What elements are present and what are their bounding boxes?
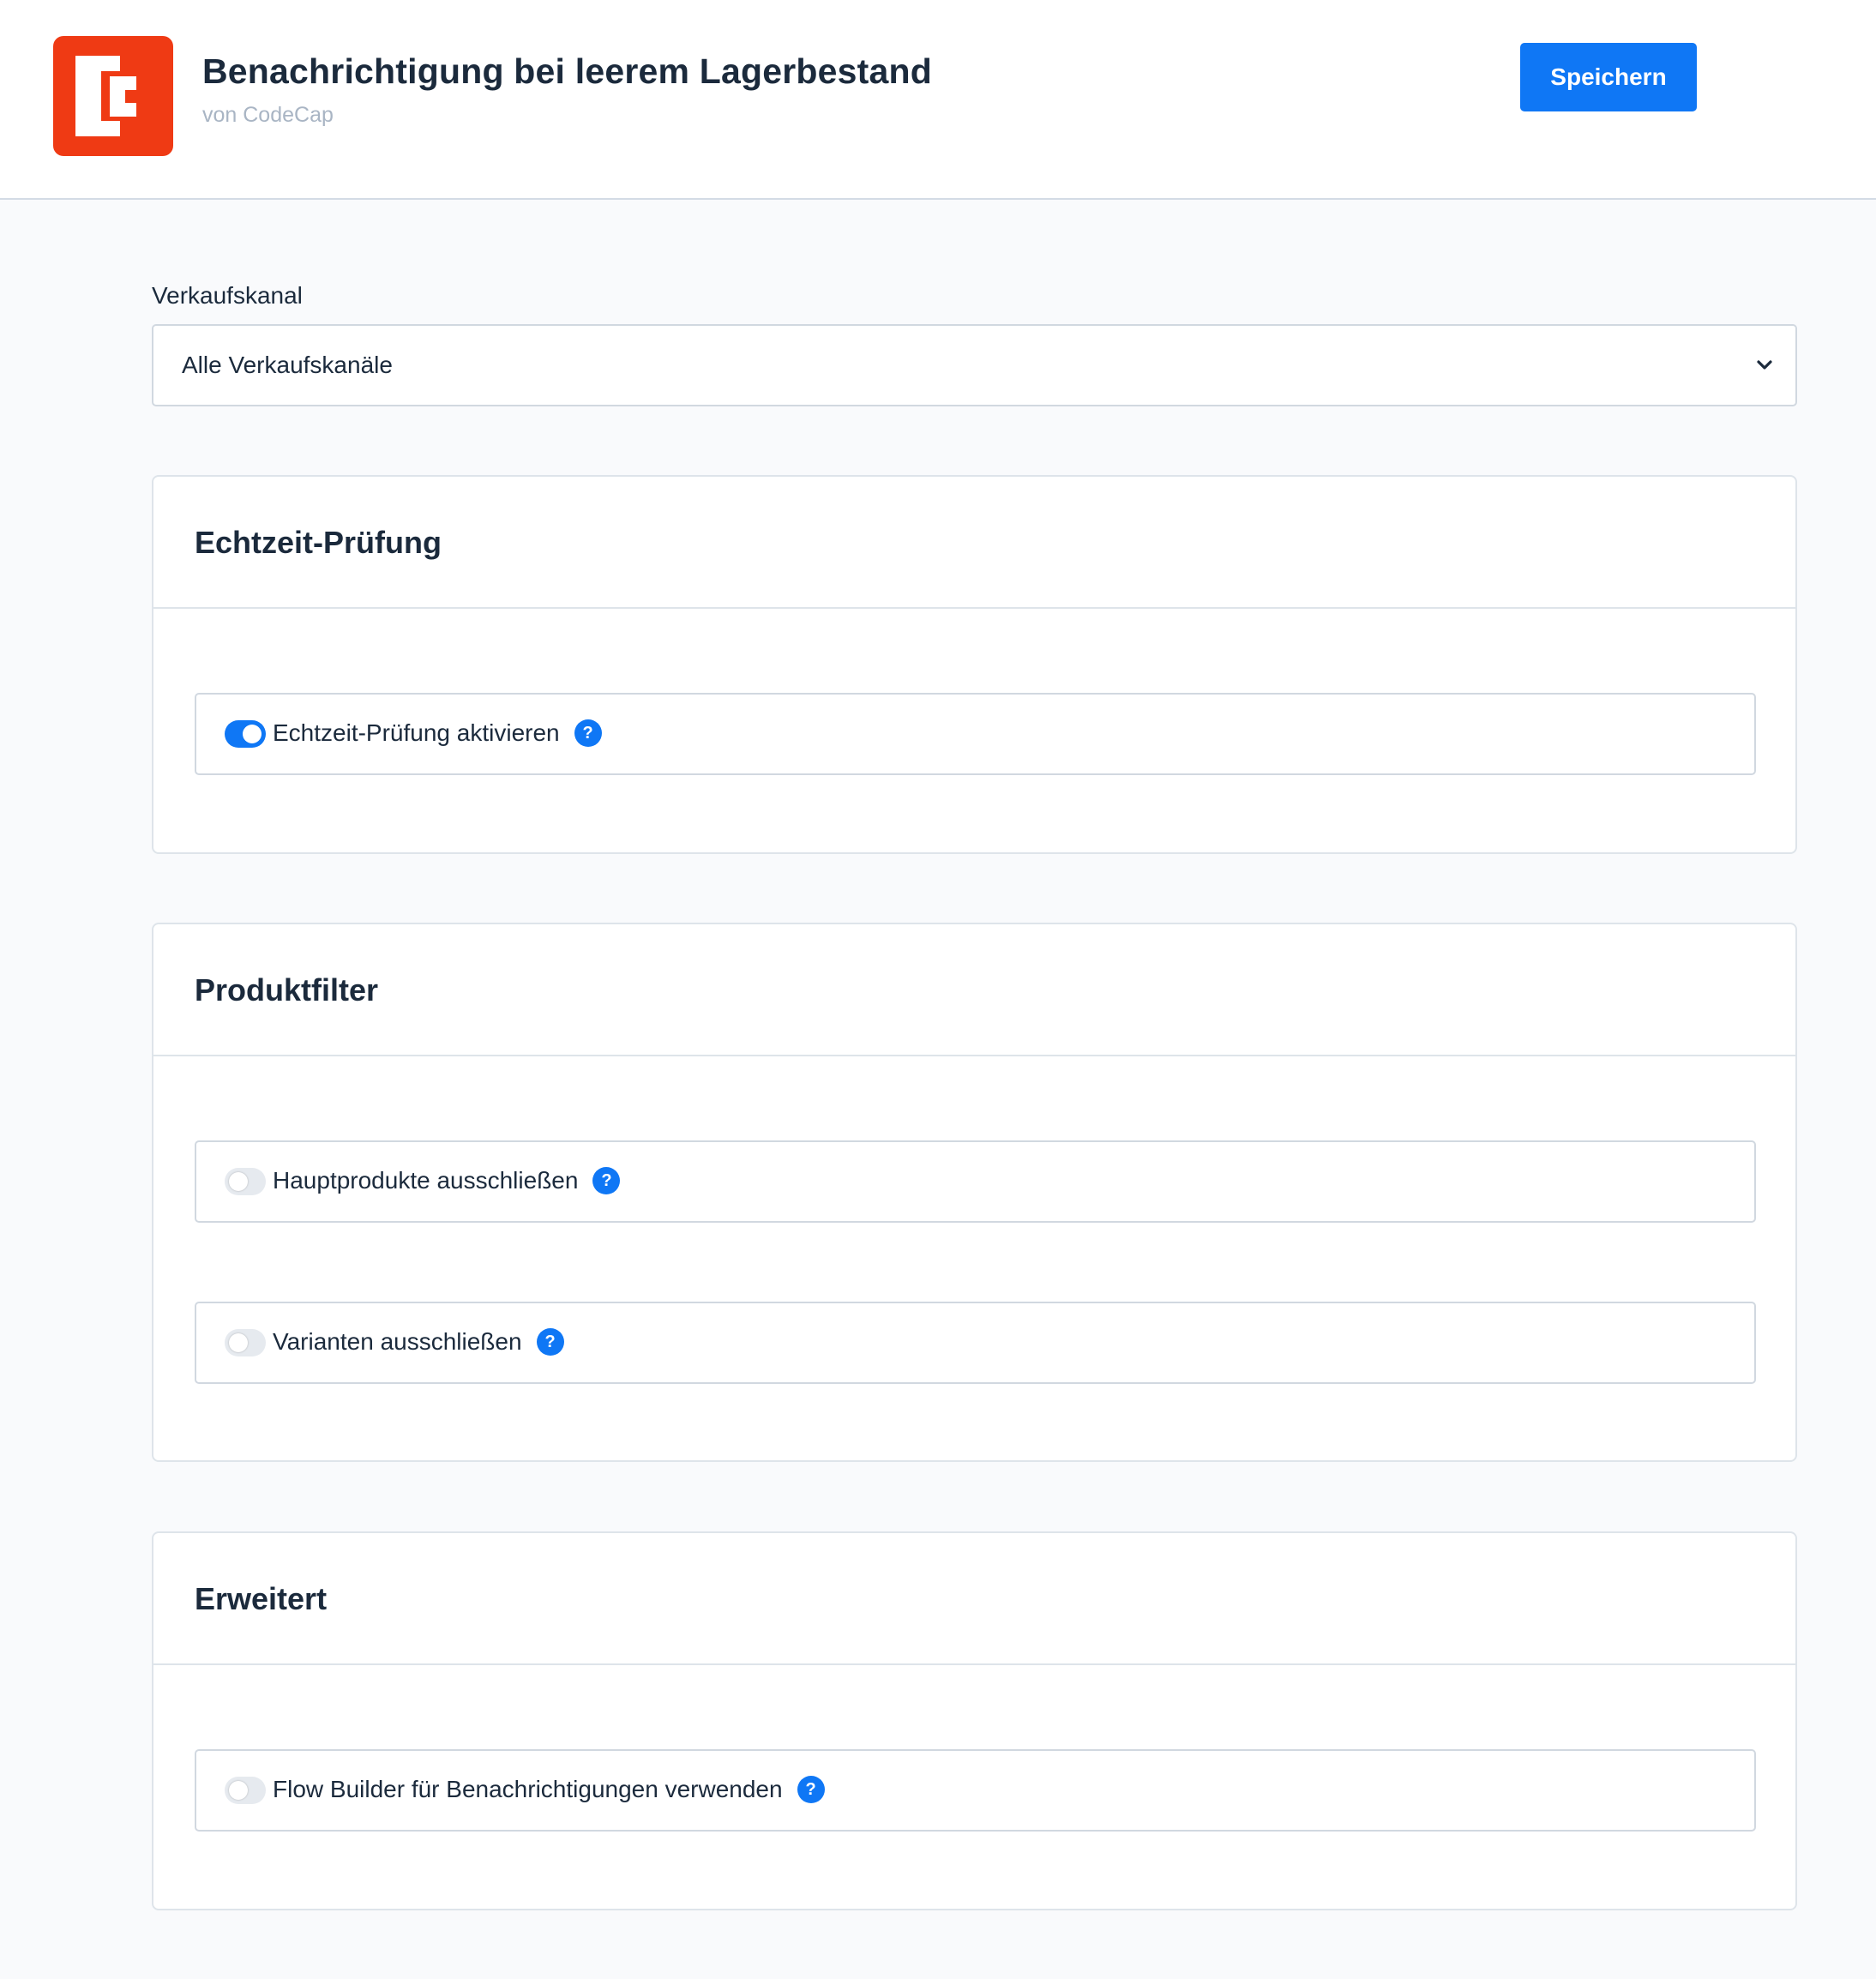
setting-flow-builder: Flow Builder für Benachrichtigungen verw… bbox=[195, 1749, 1756, 1832]
help-icon[interactable]: ? bbox=[592, 1167, 621, 1194]
setting-exclude-variants: Varianten ausschließen ? bbox=[195, 1302, 1756, 1384]
toggle-knob bbox=[229, 1172, 248, 1191]
card-title: Produktfilter bbox=[195, 972, 379, 1008]
toggle-flow-builder[interactable] bbox=[225, 1777, 266, 1804]
card-title: Erweitert bbox=[195, 1581, 328, 1616]
setting-label-wrapper: Varianten ausschließen ? bbox=[273, 1328, 564, 1356]
chevron-down-icon bbox=[1757, 360, 1772, 370]
card-advanced: Erweitert Flow Builder für Benachrichtig… bbox=[152, 1531, 1797, 1910]
setting-label-wrapper: Flow Builder für Benachrichtigungen verw… bbox=[273, 1776, 825, 1803]
card-header: Erweitert bbox=[153, 1533, 1795, 1665]
toggle-realtime-check[interactable] bbox=[225, 720, 266, 748]
app-title: Benachrichtigung bei leerem Lagerbestand bbox=[202, 51, 932, 91]
app-header: Benachrichtigung bei leerem Lagerbestand… bbox=[0, 0, 1876, 200]
app-vendor: von CodeCap bbox=[202, 103, 334, 127]
toggle-knob bbox=[243, 725, 262, 743]
setting-label: Flow Builder für Benachrichtigungen verw… bbox=[273, 1776, 783, 1802]
help-icon[interactable]: ? bbox=[536, 1328, 564, 1356]
setting-label-wrapper: Hauptprodukte ausschließen ? bbox=[273, 1167, 621, 1194]
setting-realtime-check: Echtzeit-Prüfung aktivieren ? bbox=[195, 693, 1756, 775]
card-product-filter: Produktfilter Hauptprodukte ausschließen… bbox=[152, 923, 1797, 1462]
save-button[interactable]: Speichern bbox=[1520, 43, 1697, 111]
sales-channel-label: Verkaufskanal bbox=[152, 282, 303, 309]
card-realtime-check: Echtzeit-Prüfung Echtzeit-Prüfung aktivi… bbox=[152, 475, 1797, 854]
toggle-knob bbox=[229, 1781, 248, 1800]
setting-label: Echtzeit-Prüfung aktivieren bbox=[273, 719, 560, 746]
sales-channel-selected-value: Alle Verkaufskanäle bbox=[182, 352, 393, 378]
setting-label: Varianten ausschließen bbox=[273, 1328, 522, 1355]
setting-label: Hauptprodukte ausschließen bbox=[273, 1167, 579, 1194]
card-header: Produktfilter bbox=[153, 924, 1795, 1056]
sales-channel-select[interactable]: Alle Verkaufskanäle bbox=[152, 324, 1797, 406]
setting-exclude-main-products: Hauptprodukte ausschließen ? bbox=[195, 1140, 1756, 1223]
setting-label-wrapper: Echtzeit-Prüfung aktivieren ? bbox=[273, 719, 602, 747]
toggle-knob bbox=[229, 1333, 248, 1352]
help-icon[interactable]: ? bbox=[574, 719, 602, 747]
help-icon[interactable]: ? bbox=[797, 1776, 825, 1803]
codecap-logo-icon bbox=[53, 36, 173, 156]
card-title: Echtzeit-Prüfung bbox=[195, 525, 442, 560]
toggle-exclude-variants[interactable] bbox=[225, 1329, 266, 1356]
card-header: Echtzeit-Prüfung bbox=[153, 477, 1795, 609]
toggle-exclude-main-products[interactable] bbox=[225, 1168, 266, 1195]
